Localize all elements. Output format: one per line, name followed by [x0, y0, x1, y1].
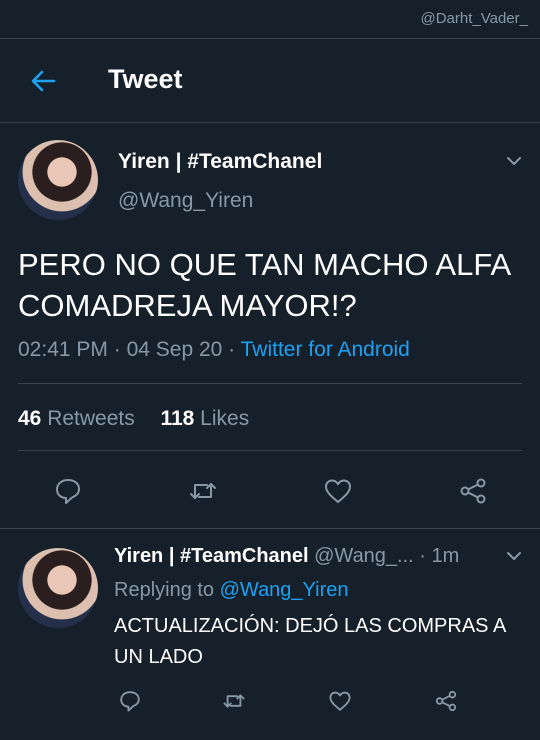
page-title: Tweet [108, 64, 183, 94]
tweet-divider [0, 528, 540, 529]
reply-author-handle[interactable]: @Wang_... [314, 545, 414, 567]
watermark: @Darht_Vader_ [420, 10, 528, 27]
reply-author-line: Yiren | #TeamChanel @Wang_... · 1m [114, 545, 459, 568]
tweet-source-link[interactable]: Twitter for Android [241, 338, 410, 361]
reply-tweet-text: ACTUALIZACIÓN: DEJÓ LAS COMPRAS A UN LAD… [114, 615, 506, 668]
author-name[interactable]: Yiren | #TeamChanel [118, 150, 322, 174]
likes-label: Likes [200, 407, 250, 430]
reply-separator: · [413, 545, 432, 567]
retweet-icon[interactable] [222, 689, 246, 713]
replying-to-link[interactable]: @Wang_Yiren [220, 579, 349, 601]
meta-separator: · [222, 338, 241, 361]
header-divider [0, 122, 540, 123]
meta-divider [18, 383, 522, 384]
reply-avatar[interactable] [18, 548, 98, 628]
back-arrow-icon[interactable] [28, 66, 58, 96]
tweet-stats: 46 Retweets 118 Likes [18, 407, 249, 431]
replying-to: Replying to @Wang_Yiren [114, 579, 349, 602]
author-handle[interactable]: @Wang_Yiren [118, 189, 253, 213]
chevron-down-icon[interactable] [505, 152, 523, 170]
retweets-stat[interactable]: 46 Retweets [18, 407, 135, 430]
stats-divider [18, 450, 522, 451]
retweet-icon[interactable] [188, 476, 218, 506]
tweet-meta: 02:41 PM · 04 Sep 20 · Twitter for Andro… [18, 338, 410, 362]
tweet-time: 02:41 PM [18, 338, 108, 361]
like-icon[interactable] [323, 476, 353, 506]
reply-age: 1m [431, 545, 460, 567]
tweet-text: PERO NO QUE TAN MACHO ALFA COMADREJA MAY… [18, 247, 510, 323]
share-icon[interactable] [458, 476, 488, 506]
likes-count: 118 [160, 407, 195, 430]
avatar[interactable] [18, 140, 98, 220]
status-divider [0, 38, 540, 39]
likes-stat[interactable]: 118 Likes [160, 407, 249, 430]
reply-author-name[interactable]: Yiren | #TeamChanel [114, 545, 309, 567]
chevron-down-icon[interactable] [505, 547, 523, 565]
like-icon[interactable] [328, 689, 352, 713]
meta-separator: · [107, 338, 127, 361]
tweet-date: 04 Sep 20 [126, 338, 223, 361]
replying-prefix: Replying to [114, 579, 215, 601]
retweets-count: 46 [18, 407, 42, 430]
reply-icon[interactable] [53, 476, 83, 506]
share-icon[interactable] [434, 689, 458, 713]
retweets-label: Retweets [47, 407, 135, 430]
reply-icon[interactable] [118, 689, 142, 713]
